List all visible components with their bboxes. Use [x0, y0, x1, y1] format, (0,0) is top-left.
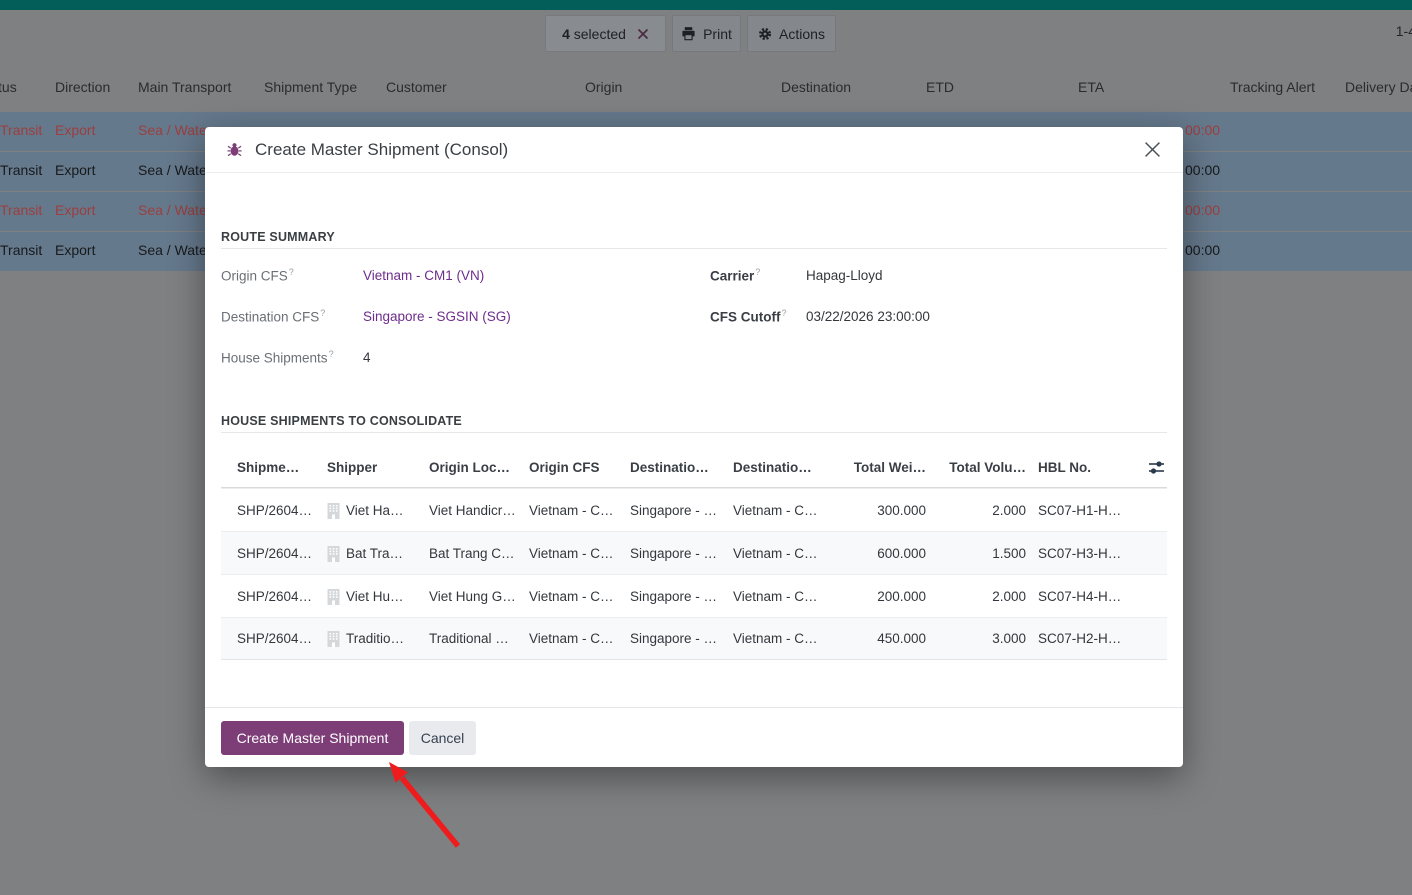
app-screen: 4 selected Print Actions 1-4 Status Dire…: [0, 0, 1412, 895]
close-icon[interactable]: [1144, 141, 1161, 158]
dialog-footer: Create Master Shipment Cancel: [205, 707, 1183, 767]
sliders-icon[interactable]: [1143, 460, 1167, 475]
col-tracking-alert: Tracking Alert: [1230, 79, 1315, 95]
col-shipment-type: Shipment Type: [264, 79, 357, 95]
field-destination-cfs: Destination CFS? Singapore - SGSIN (SG): [221, 306, 691, 326]
help-icon: ?: [329, 349, 334, 359]
field-origin-cfs: Origin CFS? Vietnam - CM1 (VN): [221, 265, 691, 285]
col-main-transport: Main Transport: [138, 79, 231, 95]
printer-icon: [681, 26, 696, 41]
cancel-button[interactable]: Cancel: [409, 721, 476, 755]
field-cfs-cutoff: CFS Cutoff? 03/22/2026 23:00:00: [710, 306, 930, 326]
field-carrier: Carrier? Hapag-Lloyd: [710, 265, 883, 285]
pager-text: 1-4: [1396, 23, 1412, 39]
bug-icon: [227, 142, 242, 157]
col-eta: ETA: [1078, 79, 1104, 95]
list-column-headers: Status Direction Main Transport Shipment…: [0, 57, 1412, 111]
help-icon: ?: [289, 267, 294, 277]
help-icon: ?: [781, 308, 786, 318]
house-row-3[interactable]: SHP/2604… Viet Hu… Viet Hung G… Vietnam …: [221, 574, 1167, 617]
gear-icon: [758, 27, 772, 41]
house-row-2[interactable]: SHP/2604… Bat Tra… Bat Trang C… Vietnam …: [221, 531, 1167, 574]
col-etd: ETD: [926, 79, 954, 95]
help-icon: ?: [755, 267, 760, 277]
col-origin: Origin: [585, 79, 622, 95]
actions-button[interactable]: Actions: [747, 15, 836, 52]
create-master-shipment-button[interactable]: Create Master Shipment: [221, 721, 404, 755]
selection-count: 4 selected: [562, 26, 626, 42]
section-divider: [221, 432, 1167, 433]
house-shipments-value: 4: [363, 350, 371, 365]
print-label: Print: [703, 26, 732, 42]
house-shipments-table: Shipme… Shipper Origin Loc… Origin CFS D…: [221, 447, 1167, 660]
dialog-title: Create Master Shipment (Consol): [255, 140, 508, 160]
selection-chip: 4 selected: [545, 15, 666, 52]
top-teal-bar: [0, 0, 1412, 10]
print-button[interactable]: Print: [672, 15, 741, 52]
col-destination: Destination: [781, 79, 851, 95]
field-house-shipments: House Shipments? 4: [221, 347, 691, 367]
house-shipments-heading: HOUSE SHIPMENTS TO CONSOLIDATE: [221, 414, 462, 428]
destination-cfs-link[interactable]: Singapore - SGSIN (SG): [363, 309, 511, 324]
carrier-value: Hapag-Lloyd: [806, 268, 883, 283]
actions-label: Actions: [779, 26, 825, 42]
col-status: Status: [0, 79, 17, 95]
origin-cfs-link[interactable]: Vietnam - CM1 (VN): [363, 268, 484, 283]
house-table-header: Shipme… Shipper Origin Loc… Origin CFS D…: [221, 447, 1167, 488]
house-row-4[interactable]: SHP/2604… Traditio… Traditional … Vietna…: [221, 617, 1167, 660]
dialog-header: Create Master Shipment (Consol): [205, 127, 1183, 173]
col-delivery-date: Delivery Date: [1345, 79, 1412, 95]
create-master-shipment-dialog: Create Master Shipment (Consol) ROUTE SU…: [205, 127, 1183, 767]
building-icon: [327, 588, 340, 605]
building-icon: [327, 502, 340, 519]
help-icon: ?: [320, 308, 325, 318]
route-summary-heading: ROUTE SUMMARY: [221, 230, 335, 244]
clear-selection-icon[interactable]: [637, 28, 649, 40]
section-divider: [221, 248, 1167, 249]
building-icon: [327, 630, 340, 647]
building-icon: [327, 545, 340, 562]
house-row-1[interactable]: SHP/2604… Viet Ha… Viet Handicr… Vietnam…: [221, 488, 1167, 531]
list-toolbar: 4 selected Print Actions 1-4: [0, 10, 1412, 57]
col-customer: Customer: [386, 79, 447, 95]
cfs-cutoff-value: 03/22/2026 23:00:00: [806, 309, 930, 324]
col-direction: Direction: [55, 79, 110, 95]
